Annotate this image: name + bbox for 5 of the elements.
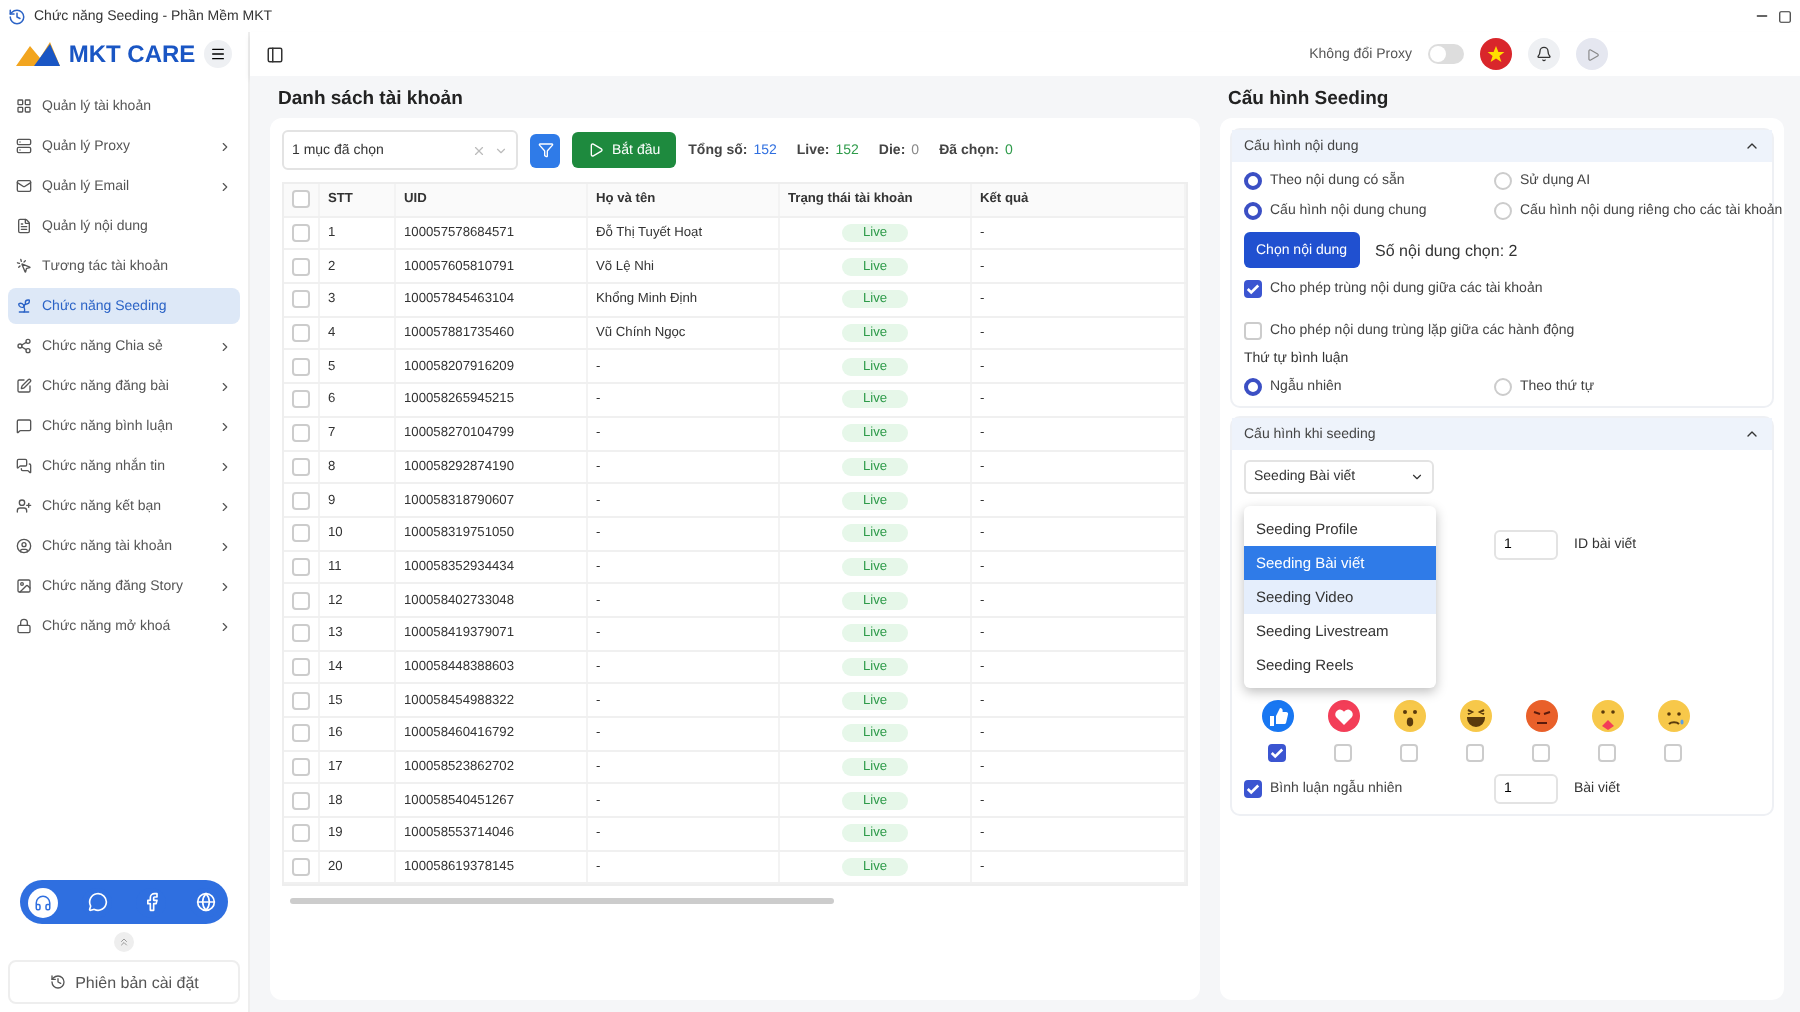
section-title: Cấu hình Seeding xyxy=(1226,88,1391,110)
chosen-count: Số nội dung chọn: 2 xyxy=(1375,241,1518,259)
brand-name: MKT CARE xyxy=(68,40,196,68)
version-card[interactable]: Phiên bản cài đặt xyxy=(8,960,240,1004)
section-title: Danh sách tài khoản xyxy=(276,88,465,110)
